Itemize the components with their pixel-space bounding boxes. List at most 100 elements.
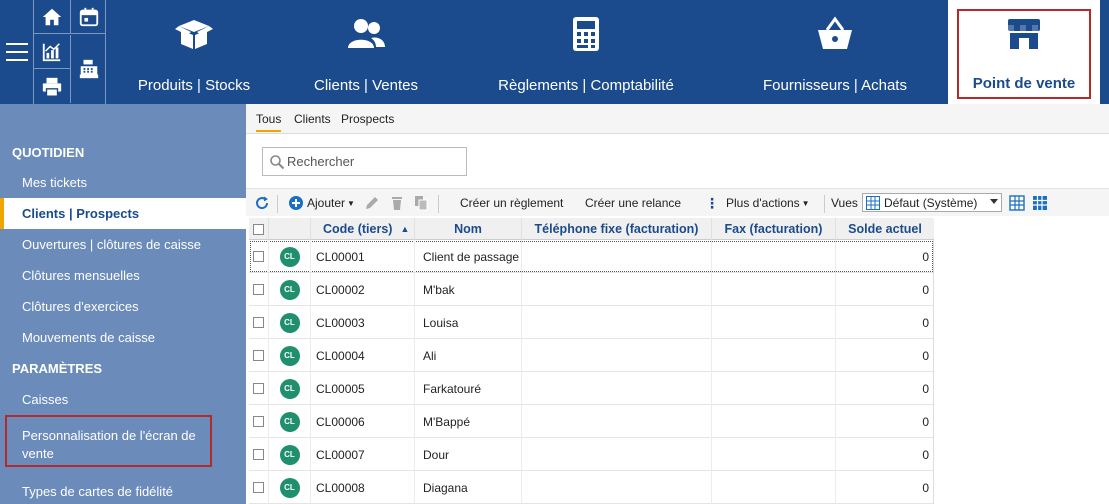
row-checkbox[interactable] [253, 449, 264, 460]
name-cell: Farkatouré [415, 372, 522, 405]
table-row[interactable]: CL CL00001 Client de passage 0 [249, 240, 934, 273]
printer-icon[interactable] [34, 70, 70, 104]
caret-down-icon: ▼ [347, 198, 355, 208]
balance-cell: 0 [836, 240, 934, 273]
create-reminder-button[interactable]: Créer une relance [585, 189, 681, 217]
name-cell: M'bak [415, 273, 522, 306]
table-row[interactable]: CL CL00003 Louisa 0 [249, 306, 934, 339]
module-payments-accounting[interactable]: Règlements | Comptabilité [486, 0, 686, 104]
column-header-code[interactable]: Code (tiers) ▲ [311, 218, 415, 240]
view-columns-icon[interactable] [1032, 189, 1048, 217]
code-cell: CL00008 [311, 471, 415, 504]
module-point-of-sale[interactable]: Point de vente [948, 0, 1100, 104]
code-cell: CL00006 [311, 405, 415, 438]
grid-header: Code (tiers) ▲ Nom Téléphone fixe (factu… [249, 218, 934, 240]
phone-cell [522, 339, 712, 372]
column-header-phone[interactable]: Téléphone fixe (facturation) [522, 218, 712, 240]
code-cell: CL00007 [311, 438, 415, 471]
caret-down-icon: ▼ [801, 198, 810, 208]
row-checkbox[interactable] [253, 284, 264, 295]
row-checkbox-cell [249, 438, 269, 471]
edit-icon[interactable] [364, 189, 380, 217]
sidebar-item-sales-screen-customization[interactable]: Personnalisation de l'écran de vente [0, 426, 246, 464]
sidebar-item-cash-movements[interactable]: Mouvements de caisse [0, 329, 246, 347]
hamburger-menu-icon[interactable] [0, 0, 33, 104]
shortcut-panel [33, 0, 106, 104]
module-suppliers-purchases[interactable]: Fournisseurs | Achats [760, 0, 910, 104]
home-icon[interactable] [34, 0, 70, 34]
add-button[interactable]: Ajouter ▼ [288, 189, 355, 217]
top-navigation-bar: Produits | Stocks Clients | Ventes Règle… [0, 0, 1109, 104]
module-label: Fournisseurs | Achats [763, 77, 907, 94]
calendar-icon[interactable] [70, 0, 106, 34]
client-badge: CL [279, 477, 300, 498]
name-cell: Ali [415, 339, 522, 372]
table-row[interactable]: CL CL00005 Farkatouré 0 [249, 372, 934, 405]
sidebar-item-my-tickets[interactable]: Mes tickets [0, 174, 246, 192]
sidebar-item-loyalty-card-types[interactable]: Types de cartes de fidélité [0, 483, 246, 501]
calculator-icon [565, 14, 607, 54]
sidebar-item-clients-prospects[interactable]: Clients | Prospects [0, 198, 246, 229]
code-cell: CL00002 [311, 273, 415, 306]
views-select-value: Défaut (Système) [884, 195, 978, 210]
column-header-balance[interactable]: Solde actuel [836, 218, 934, 240]
table-row[interactable]: CL CL00004 Ali 0 [249, 339, 934, 372]
tab-all[interactable]: Tous [256, 112, 282, 132]
row-checkbox[interactable] [253, 317, 264, 328]
sidebar-item-register-openings[interactable]: Ouvertures | clôtures de caisse [0, 236, 246, 254]
tab-clients[interactable]: Clients [294, 112, 331, 126]
view-settings-icon[interactable] [1009, 189, 1025, 217]
row-checkbox-cell [249, 240, 269, 273]
sidebar: QUOTIDIEN Mes tickets Clients | Prospect… [0, 104, 246, 504]
views-select[interactable]: Défaut (Système) [862, 193, 1002, 212]
row-checkbox[interactable] [253, 416, 264, 427]
tab-prospects[interactable]: Prospects [341, 112, 394, 126]
module-clients-sales[interactable]: Clients | Ventes [298, 0, 434, 104]
fax-cell [712, 273, 836, 306]
delete-icon[interactable] [389, 189, 405, 217]
select-all-checkbox[interactable] [253, 223, 264, 235]
table-row[interactable]: CL CL00007 Dour 0 [249, 438, 934, 471]
row-checkbox[interactable] [253, 482, 264, 493]
badge-column-header [269, 218, 311, 240]
module-label: Clients | Ventes [314, 77, 418, 94]
row-checkbox[interactable] [253, 350, 264, 361]
row-checkbox-cell [249, 372, 269, 405]
name-cell: Diagana [415, 471, 522, 504]
balance-cell: 0 [836, 372, 934, 405]
sidebar-item-monthly-closings[interactable]: Clôtures mensuelles [0, 267, 246, 285]
balance-cell: 0 [836, 273, 934, 306]
sidebar-item-fiscal-closings[interactable]: Clôtures d'exercices [0, 298, 246, 316]
copy-icon[interactable] [413, 189, 429, 217]
table-row[interactable]: CL CL00002 M'bak 0 [249, 273, 934, 306]
create-payment-button[interactable]: Créer un règlement [460, 189, 563, 217]
views-label: Vues [831, 196, 858, 210]
row-checkbox[interactable] [253, 251, 264, 262]
phone-cell [522, 273, 712, 306]
basket-icon [814, 14, 856, 54]
grid-view-icon [866, 195, 880, 210]
chart-icon[interactable] [34, 35, 70, 69]
fax-cell [712, 405, 836, 438]
column-header-name[interactable]: Nom [415, 218, 522, 240]
table-row[interactable]: CL CL00008 Diagana 0 [249, 471, 934, 504]
balance-cell: 0 [836, 339, 934, 372]
client-badge: CL [279, 246, 300, 267]
row-checkbox[interactable] [253, 383, 264, 394]
column-header-fax[interactable]: Fax (facturation) [712, 218, 836, 240]
badge-cell: CL [269, 339, 311, 372]
module-products-stocks[interactable]: Produits | Stocks [120, 0, 268, 104]
search-input[interactable] [287, 154, 462, 169]
add-button-label: Ajouter [307, 196, 346, 210]
badge-cell: CL [269, 471, 311, 504]
sidebar-item-registers[interactable]: Caisses [0, 391, 246, 409]
row-checkbox-cell [249, 405, 269, 438]
refresh-icon[interactable] [254, 189, 270, 217]
phone-cell [522, 438, 712, 471]
tab-bar: Tous Clients Prospects [246, 104, 1109, 134]
row-checkbox-cell [249, 339, 269, 372]
table-row[interactable]: CL CL00006 M'Bappé 0 [249, 405, 934, 438]
name-cell: Dour [415, 438, 522, 471]
cash-register-icon[interactable] [70, 35, 106, 103]
more-actions-button[interactable]: ⋮ Plus d'actions ▼ [705, 189, 810, 217]
